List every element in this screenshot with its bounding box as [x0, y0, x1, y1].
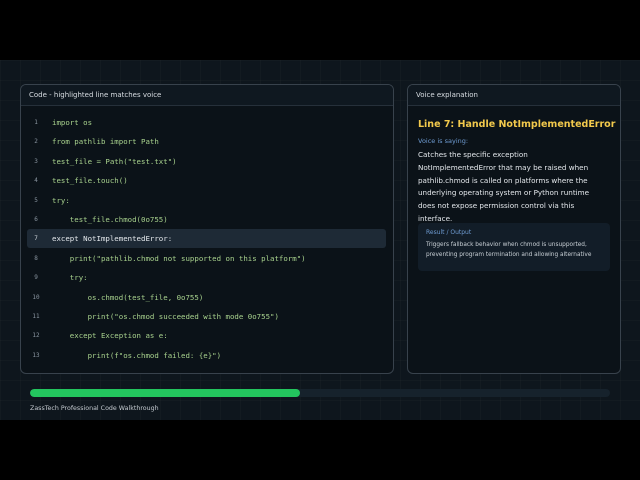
result-text: Triggers fallback behavior when chmod is…	[426, 242, 592, 258]
code-line: 4 test_file.touch()	[27, 171, 386, 190]
line-number: 13	[32, 351, 40, 359]
voice-saying-label: Voice is saying:	[418, 137, 469, 145]
code-line: 8 print("pathlib.chmod not supported on …	[27, 249, 386, 268]
line-code: os.chmod(test_file, 0o755)	[52, 292, 204, 302]
code-line: 1 import os	[27, 113, 386, 132]
code-panel-title: Code - highlighted line matches voice	[21, 85, 393, 106]
progress-fill	[30, 389, 300, 397]
line-code: print("pathlib.chmod not supported on th…	[52, 253, 306, 263]
line-code: try:	[52, 195, 70, 205]
line-code: try:	[52, 273, 88, 283]
line-number: 4	[34, 177, 38, 185]
code-line: 13 print(f"os.chmod failed: {e}")	[27, 346, 386, 365]
line-code: except NotImplementedError:	[52, 234, 173, 244]
walkthrough-stage: Code - highlighted line matches voice 1 i…	[0, 60, 640, 420]
line-number: 6	[34, 216, 38, 223]
footer-brand: ZassTech Professional Code Walkthrough	[30, 405, 159, 412]
line-code: test_file.touch()	[52, 176, 128, 186]
line-code: test_file = Path("test.txt")	[52, 156, 177, 166]
code-line: 7 except NotImplementedError:	[27, 229, 386, 249]
voice-heading: Line 7: Handle NotImplementedError	[418, 119, 616, 130]
line-code: except Exception as e:	[52, 331, 168, 341]
code-line: 3 test_file = Path("test.txt")	[27, 152, 386, 171]
line-number: 8	[34, 254, 38, 262]
line-number: 3	[34, 157, 38, 165]
line-number: 10	[32, 293, 40, 301]
line-number: 9	[34, 274, 38, 282]
line-number: 11	[32, 313, 40, 320]
result-box: Result / Output Triggers fallback behavi…	[418, 223, 610, 271]
result-title: Result / Output	[426, 229, 472, 236]
line-code: from pathlib import Path	[52, 137, 159, 147]
line-code: print("os.chmod succeeded with mode 0o75…	[52, 312, 279, 321]
line-number: 1	[34, 119, 38, 126]
voice-body-text: Catches the specific exception NotImplem…	[418, 150, 590, 223]
code-line: 9 try:	[27, 268, 386, 287]
code-line: 2 from pathlib import Path	[27, 132, 386, 151]
line-code: test_file.chmod(0o755)	[52, 215, 168, 224]
line-code: print(f"os.chmod failed: {e}")	[52, 350, 222, 360]
code-line: 11 print("os.chmod succeeded with mode 0…	[27, 307, 386, 326]
voice-panel-title: Voice explanation	[408, 85, 620, 106]
line-number: 12	[32, 332, 40, 340]
voice-panel: Voice explanation Line 7: Handle NotImpl…	[407, 84, 621, 374]
line-code: import os	[52, 118, 93, 127]
code-panel: Code - highlighted line matches voice 1 i…	[20, 84, 394, 374]
line-number: 7	[34, 235, 38, 243]
progress-bar[interactable]	[30, 389, 610, 397]
line-number: 5	[34, 196, 38, 204]
code-line: 10 os.chmod(test_file, 0o755)	[27, 288, 386, 307]
code-line: 6 test_file.chmod(0o755)	[27, 210, 386, 229]
code-line: 12 except Exception as e:	[27, 326, 386, 345]
code-line: 5 try:	[27, 191, 386, 210]
line-number: 2	[34, 138, 38, 146]
